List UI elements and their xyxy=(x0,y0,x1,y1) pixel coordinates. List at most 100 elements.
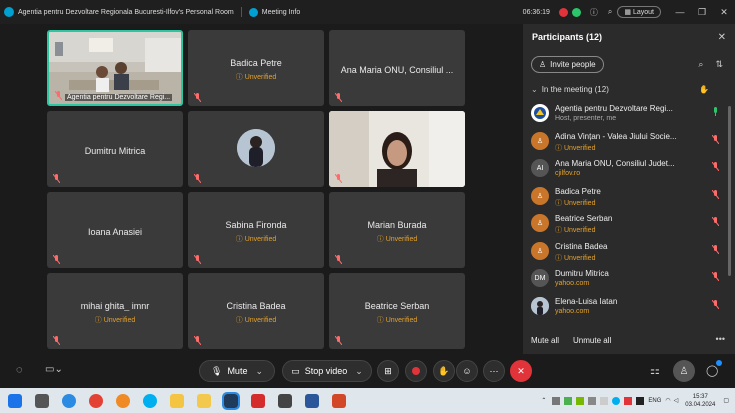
participant-row[interactable]: Elena-Luisa Iatan yahoo.com xyxy=(529,295,719,323)
video-tile[interactable]: Dumitru Mitrica xyxy=(47,111,183,187)
participant-row[interactable]: ♙ Adina Vințan - Valea Jiului Socie... ⓘ… xyxy=(529,130,719,158)
end-call-button[interactable]: ✕ xyxy=(510,360,532,382)
clock-date: 03.04.2024 xyxy=(685,401,716,408)
close-panel-icon[interactable]: ✕ xyxy=(718,32,726,43)
sort-icon[interactable]: ⇅ xyxy=(715,59,723,70)
webex-taskbar-icon[interactable] xyxy=(222,391,240,410)
video-tile[interactable]: mihai ghita_ imnr ⓘ Unverified xyxy=(47,273,183,349)
nvidia-icon[interactable] xyxy=(576,396,585,405)
invite-label: Invite people xyxy=(550,60,596,69)
tray-app-icon[interactable] xyxy=(588,396,597,405)
tray-app-icon[interactable] xyxy=(552,396,561,405)
settings-icon[interactable] xyxy=(278,393,292,408)
tray-app-icon[interactable] xyxy=(564,396,573,405)
task-view-icon[interactable] xyxy=(35,393,49,408)
restore-icon[interactable]: ❐ xyxy=(691,7,713,18)
video-tile[interactable]: Sabina Fironda ⓘ Unverified xyxy=(188,192,324,268)
video-tile-self[interactable]: Agentia pentru Dezvoltare Regi... xyxy=(47,30,183,106)
chrome-icon[interactable] xyxy=(89,393,103,408)
mic-muted-icon[interactable] xyxy=(712,217,719,226)
video-tile[interactable] xyxy=(188,111,324,187)
mic-muted-icon[interactable] xyxy=(712,272,719,281)
participant-row[interactable]: ♙ Cristina Badea ⓘ Unverified xyxy=(529,240,719,268)
tray-chevron-icon[interactable]: ⌃ xyxy=(541,397,546,404)
video-tile[interactable]: Ana Maria ONU, Consiliul ... xyxy=(329,30,465,106)
skype-tray-icon[interactable] xyxy=(612,396,621,405)
in-meeting-section[interactable]: ⌄ In the meeting (12) xyxy=(531,85,609,94)
minimize-icon[interactable]: — xyxy=(669,7,691,17)
unmute-all-button[interactable]: Unmute all xyxy=(573,336,611,345)
edge-icon[interactable] xyxy=(62,393,76,408)
video-tile[interactable]: Ioana Anasiei xyxy=(47,192,183,268)
activity-icon[interactable]: ◌ xyxy=(16,364,23,376)
person-add-icon: ♙ xyxy=(539,60,547,69)
powerpoint-icon[interactable] xyxy=(332,393,346,408)
participant-row[interactable]: AI Ana Maria ONU, Consiliul Judet... cji… xyxy=(529,157,719,185)
participant-row[interactable]: DM Dumitru Mitrica yahoo.com xyxy=(529,267,719,295)
mic-muted-icon[interactable] xyxy=(712,162,719,171)
mic-muted-icon[interactable] xyxy=(712,134,719,144)
search-icon[interactable]: ⌕ xyxy=(608,7,612,17)
video-tile[interactable]: Marian Burada ⓘ Unverified xyxy=(329,192,465,268)
mic-muted-icon[interactable] xyxy=(712,299,719,309)
meeting-info-icon[interactable] xyxy=(248,7,258,17)
mic-icon[interactable] xyxy=(712,107,719,116)
word-icon[interactable] xyxy=(305,393,319,408)
apps-icon[interactable]: ⚏ xyxy=(650,364,660,377)
participant-status: ⓘ Unverified xyxy=(555,199,596,207)
video-tile[interactable]: Badica Petre ⓘ Unverified xyxy=(188,30,324,106)
mute-button[interactable]: 🎙︎ Mute ⌄ xyxy=(199,360,275,382)
raise-hand-icon[interactable]: ✋ xyxy=(433,360,455,382)
participant-row[interactable]: ♙ Badica Petre ⓘ Unverified xyxy=(529,185,719,213)
chevron-down-icon[interactable]: ⌄ xyxy=(355,366,363,377)
mail-icon[interactable] xyxy=(170,393,184,408)
participant-role: Host, presenter, me xyxy=(555,115,617,122)
more-options-icon[interactable]: ••• xyxy=(716,334,725,344)
info-icon[interactable]: ⓘ xyxy=(590,7,598,18)
firefox-icon[interactable] xyxy=(116,393,130,408)
file-explorer-icon[interactable] xyxy=(197,393,211,408)
participant-row[interactable]: ♙ Beatrice Serban ⓘ Unverified xyxy=(529,212,719,240)
meeting-info-link[interactable]: Meeting Info xyxy=(262,9,301,16)
record-icon[interactable] xyxy=(405,360,427,382)
participants-toggle-icon[interactable]: ♙ xyxy=(673,360,695,382)
battery-icon[interactable] xyxy=(636,396,645,405)
panel-header: Participants (12) ✕ xyxy=(523,24,735,50)
title-bar: Agentia pentru Dezvoltare Regionala Bucu… xyxy=(0,0,735,24)
video-tile[interactable]: Beatrice Serban ⓘ Unverified xyxy=(329,273,465,349)
windows-start-icon[interactable] xyxy=(8,393,22,408)
chevron-down-icon[interactable]: ⌄ xyxy=(255,366,263,377)
tray-app-icon[interactable] xyxy=(624,396,633,405)
mic-muted-icon[interactable] xyxy=(712,189,719,199)
mic-muted-icon[interactable] xyxy=(712,244,719,254)
notifications-icon[interactable]: ▢ xyxy=(723,397,729,404)
tray-app-icon[interactable] xyxy=(600,396,609,405)
close-icon[interactable]: ✕ xyxy=(713,7,735,18)
invite-people-button[interactable]: ♙ Invite people xyxy=(531,56,604,73)
more-icon[interactable]: ⋯ xyxy=(483,360,505,382)
skype-icon[interactable] xyxy=(143,393,157,408)
acrobat-icon[interactable] xyxy=(251,393,265,408)
chat-icon[interactable]: ◯ xyxy=(706,364,718,377)
share-icon[interactable]: ⊞ xyxy=(377,360,399,382)
search-icon[interactable]: ⌕ xyxy=(698,59,703,70)
mute-all-button[interactable]: Mute all xyxy=(531,336,559,345)
participant-avatar xyxy=(531,296,549,315)
clock[interactable]: 15:37 03.04.2024 xyxy=(685,393,715,409)
captions-icon[interactable]: ▭⌄ xyxy=(45,364,63,375)
reactions-icon[interactable]: ☺ xyxy=(456,360,478,382)
language-indicator[interactable]: ENG xyxy=(648,398,661,404)
wifi-icon[interactable]: ◠ xyxy=(665,397,670,404)
recording-icon xyxy=(558,7,568,17)
participant-row[interactable]: Agentia pentru Dezvoltare Regi... Host, … xyxy=(529,102,719,130)
mic-muted-icon xyxy=(194,336,201,345)
video-tile[interactable] xyxy=(329,111,465,187)
mic-muted-icon xyxy=(194,174,201,183)
video-tile[interactable]: Cristina Badea ⓘ Unverified xyxy=(188,273,324,349)
layout-button[interactable]: ▦ Layout xyxy=(617,6,661,18)
scrollbar[interactable] xyxy=(728,106,731,276)
mute-label: Mute xyxy=(227,366,248,376)
volume-icon[interactable]: ◁ xyxy=(674,397,679,404)
camera-icon: ▭ xyxy=(291,365,300,376)
stop-video-button[interactable]: ▭ Stop video ⌄ xyxy=(282,360,372,382)
